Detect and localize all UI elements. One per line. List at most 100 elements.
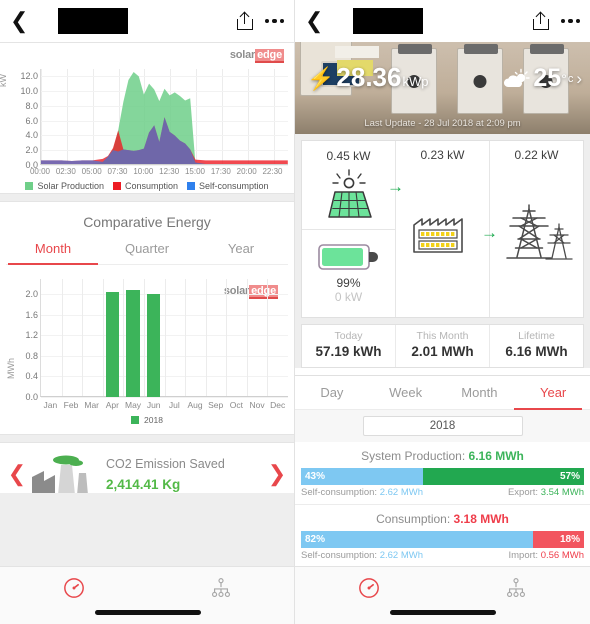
summary-caption: Today	[334, 330, 363, 342]
comparative-title: Comparative Energy	[83, 214, 211, 230]
y-tick: 10.0	[20, 86, 38, 97]
bar-slot	[226, 279, 247, 397]
temperature-unit: c	[567, 72, 574, 85]
energy-summary: Today 57.19 kWh This Month 2.01 MWh Lifetime…	[301, 324, 584, 368]
day-chart-xticks: 00:00 02:30 05:00 07:30 10:00 12:30 15:00 17:30…	[30, 165, 288, 179]
home-indicator	[389, 610, 496, 615]
comparative-tab-quarter[interactable]: Quarter	[100, 236, 194, 264]
right-screen: ❮ ⚡ 28.36 kWp 25 ° c › Last Update - 28 …	[295, 0, 590, 624]
period-tabs: Day Week Month Year	[295, 376, 590, 410]
x-tick: Dec	[270, 400, 286, 410]
summary-today: Today 57.19 kWh	[302, 325, 395, 367]
summary-caption: This Month	[416, 330, 469, 342]
share-icon[interactable]	[532, 11, 549, 30]
flow-solar-cell[interactable]: 0.45 kW	[302, 141, 395, 230]
building-icon	[412, 217, 463, 253]
y-tick: 0.4	[25, 371, 38, 382]
factory-icon	[28, 451, 102, 497]
degree-symbol: °	[561, 70, 567, 87]
page-title-redacted	[353, 8, 423, 34]
left-tabbar	[0, 566, 295, 624]
year-selector[interactable]: 2018	[362, 416, 523, 436]
flow-col-generation: 0.45 kW 99% 0 kW →	[302, 141, 404, 318]
production-export-pct: 57%	[559, 471, 580, 482]
back-button[interactable]: ❮	[305, 10, 331, 32]
comparative-plot[interactable]: 0.0 0.4 0.8 1.2 1.6 2.0	[25, 279, 288, 402]
flow-col-grid[interactable]: 0.22 kW	[490, 141, 583, 317]
battery-percent: 99%	[336, 276, 361, 291]
x-tick: 07:30	[107, 167, 128, 176]
period-tab-day[interactable]: Day	[295, 376, 369, 409]
x-tick: 10:00	[133, 167, 154, 176]
x-tick: Jul	[168, 400, 180, 410]
sun-behind-cloud-icon	[504, 68, 531, 87]
solaredge-logo: solar edge	[229, 49, 284, 63]
peak-power-unit: kWp	[402, 74, 429, 89]
chevron-right-icon[interactable]: ›	[576, 69, 582, 89]
year-selector-row: 2018	[295, 410, 590, 442]
comparative-tab-underline	[8, 263, 98, 265]
summary-lifetime: Lifetime 6.16 MWh	[489, 325, 583, 367]
y-tick: 1.6	[25, 309, 38, 320]
comparative-yticks: 0.0 0.4 0.8 1.2 1.6 2.0	[8, 279, 38, 402]
production-export-value: 3.54 MWh	[540, 487, 584, 498]
bar-may[interactable]	[126, 290, 140, 397]
y-tick: 1.2	[25, 330, 38, 341]
back-button[interactable]: ❮	[10, 10, 36, 32]
summary-value: 57.19 kWh	[315, 344, 382, 359]
comparative-tab-month[interactable]: Month	[6, 236, 100, 264]
production-self-pct: 43%	[305, 471, 326, 482]
day-chart-yticks: 12.0 10.0 8.0 6.0 4.0 2.0 0.0	[8, 69, 38, 170]
x-tick: Feb	[63, 400, 79, 410]
day-chart-ylabel: kW	[0, 74, 8, 87]
hero-overlay: ⚡ 28.36 kWp 25 ° c › Last Update - 28 Ju…	[295, 42, 590, 134]
period-tab-week[interactable]: Week	[369, 376, 443, 409]
bar-slot	[185, 279, 206, 397]
consumption-import-value: 0.56 MWh	[540, 550, 584, 561]
more-dots-icon[interactable]	[264, 18, 284, 24]
tab-dashboard[interactable]	[0, 567, 148, 624]
x-tick: Oct	[229, 400, 243, 410]
y-tick: 0.0	[25, 392, 38, 402]
tab-dashboard[interactable]	[295, 567, 443, 624]
bar-slot	[164, 279, 185, 397]
peak-power-value: 28.36	[336, 62, 402, 92]
period-tab-month[interactable]: Month	[443, 376, 517, 409]
dual-screenshot: ❮ solar edge kW 12.0 10.0 8.0 6.0 4.0 2.0 0.0 0	[0, 0, 590, 624]
x-tick: Sep	[208, 400, 224, 410]
co2-value: 2,414.41 Kg	[106, 476, 181, 492]
weather-readout[interactable]: 25 ° c ›	[501, 66, 582, 91]
bar-apr[interactable]	[105, 291, 119, 397]
system-production-metric: System Production: 6.16 MWh 43% 57% Self…	[295, 442, 590, 504]
co2-next-button[interactable]: ❯	[266, 461, 288, 487]
co2-prev-button[interactable]: ❮	[6, 461, 28, 487]
production-export-segment: 57%	[422, 468, 584, 485]
consumption-self-caption: Self-consumption: 2.62 MWh	[301, 550, 423, 561]
x-tick: 20:00	[236, 167, 257, 176]
comparative-energy-card: Comparative Energy Month Quarter Year sola…	[0, 201, 294, 435]
flow-battery-cell[interactable]: 99% 0 kW	[302, 230, 395, 318]
x-tick: Jun	[146, 400, 161, 410]
tab-site-layout[interactable]	[443, 567, 590, 624]
temperature-value: 25	[533, 64, 562, 92]
bar-slot	[40, 279, 61, 397]
flow-col-consumption[interactable]: 0.23 kW →	[396, 141, 498, 317]
period-breakdown-card: Day Week Month Year 2018 System Production:…	[295, 375, 590, 568]
tab-site-layout[interactable]	[148, 567, 295, 624]
y-tick: 4.0	[25, 130, 38, 141]
share-icon[interactable]	[236, 11, 253, 30]
grid-power-value: 0.22 kW	[514, 148, 559, 162]
legend-item: Consumption	[112, 181, 178, 191]
period-tab-underline	[514, 408, 582, 410]
bar-jun[interactable]	[147, 294, 161, 397]
dashboard-gauge-icon	[358, 578, 379, 598]
day-chart-legend: Solar Production Consumption Self-consumpt…	[6, 181, 288, 191]
consumption-subrow: Self-consumption: 2.62 MWh Import: 0.56 …	[301, 548, 584, 561]
comparative-tab-year[interactable]: Year	[194, 236, 288, 264]
x-tick: Mar	[84, 400, 99, 410]
consumption-import-pct: 18%	[559, 534, 580, 545]
more-dots-icon[interactable]	[560, 18, 580, 24]
day-chart-plot[interactable]: 12.0 10.0 8.0 6.0 4.0 2.0 0.0	[20, 69, 288, 170]
period-tab-year[interactable]: Year	[516, 376, 590, 409]
x-tick: 17:30	[210, 167, 231, 176]
